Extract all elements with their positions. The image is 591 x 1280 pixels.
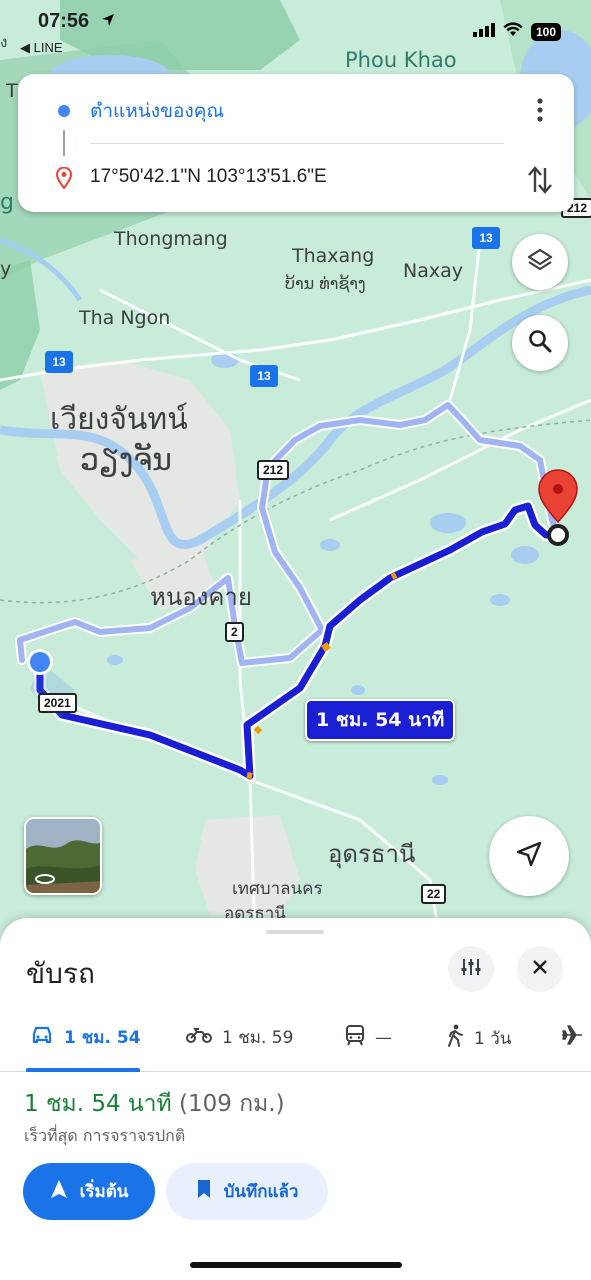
highway-shield: 13: [250, 365, 278, 387]
map-label-thesaban: เทศบาลนคร: [232, 879, 323, 899]
saved-button-label: บันทึกแล้ว: [223, 1182, 299, 1202]
tab-motorcycle[interactable]: 1 ชม. 59: [186, 1024, 293, 1051]
street-view-thumbnail[interactable]: [24, 817, 102, 895]
navigation-arrow-icon: [514, 839, 544, 873]
tab-walking-label: 1 วัน: [474, 1029, 512, 1049]
destination-field[interactable]: 17°50'42.1"N 103°13'51.6"E: [90, 166, 327, 188]
status-time: 07:56: [38, 10, 115, 33]
route-dots: [63, 130, 65, 156]
directions-sheet: ขับรถ 1 ชม. 54 1 ชม. 59 — 1 วัน 1 ชม. 54…: [0, 918, 591, 1280]
home-indicator[interactable]: [190, 1262, 402, 1268]
map-label-edge-t: T: [6, 80, 18, 102]
navigation-arrow-icon: [50, 1179, 68, 1204]
destination-pin-icon: [55, 166, 73, 193]
transit-icon: [345, 1024, 365, 1051]
route-subtext: เร็วที่สุด การจราจรปกติ: [24, 1126, 186, 1145]
tab-driving-label: 1 ชม. 54: [64, 1028, 141, 1048]
route-options-button[interactable]: [448, 946, 494, 992]
status-icons: 100: [472, 22, 561, 41]
route-shield: 2021: [38, 693, 77, 713]
divider: [90, 143, 504, 144]
tab-transit-label: —: [375, 1027, 392, 1048]
tab-motorcycle-label: 1 ชม. 59: [222, 1028, 294, 1048]
origin-dot-icon: [58, 105, 70, 117]
wifi-icon: [503, 22, 523, 41]
map-label-tha-ngon: Tha Ngon: [79, 307, 171, 329]
tab-flight[interactable]: [560, 1024, 584, 1051]
map-label-thongmang: Thongmang: [114, 228, 228, 250]
map-label-nong-khai: หนองคาย: [150, 583, 252, 611]
map-label-phou-khao: Phou Khao: [345, 48, 457, 72]
directions-card: ตำแหน่งของคุณ 17°50'42.1"N 103°13'51.6"E: [18, 74, 574, 212]
back-to-app-link[interactable]: ◀ LINE: [20, 40, 63, 56]
highway-shield: 13: [45, 351, 73, 373]
start-button-label: เริ่มต้น: [79, 1182, 129, 1202]
route-shield: 212: [257, 460, 290, 480]
saved-button[interactable]: บันทึกแล้ว: [166, 1163, 328, 1220]
start-button[interactable]: เริ่มต้น: [23, 1163, 155, 1220]
motorcycle-icon: [186, 1026, 212, 1049]
map-label-naxay: Naxay: [403, 260, 463, 282]
swap-vert-icon[interactable]: [526, 164, 554, 196]
eta-badge[interactable]: 1 ชม. 54 นาที: [305, 699, 456, 741]
route-shield: 2: [225, 622, 244, 642]
route-distance: (109 กม.): [179, 1091, 285, 1117]
layers-icon: [526, 246, 554, 278]
map-label-udon-thani: อุดรธานี: [328, 840, 416, 868]
travel-mode-tabs: 1 ชม. 54 1 ชม. 59 — 1 วัน: [0, 1014, 591, 1072]
walk-icon: [446, 1024, 464, 1053]
rotate-360-icon: [34, 870, 56, 889]
close-icon: [531, 958, 549, 980]
map-label-thaxang-lao: ບ້ານ ທ່າຊ້າງ: [285, 274, 366, 293]
highway-shield: 13: [472, 227, 500, 249]
bookmark-icon: [196, 1179, 212, 1204]
origin-field[interactable]: ตำแหน่งของคุณ: [90, 96, 224, 126]
battery-icon: 100: [530, 22, 561, 41]
map-label-edge-g: g: [0, 190, 14, 215]
more-vert-icon[interactable]: [528, 96, 552, 124]
active-tab-indicator: [26, 1068, 140, 1072]
search-icon: [527, 328, 553, 358]
tab-transit[interactable]: —: [345, 1024, 392, 1051]
search-button[interactable]: [512, 315, 568, 371]
car-icon: [30, 1025, 54, 1050]
tune-icon: [460, 956, 482, 982]
map-label-vientiane-th: เวียงจันทน์: [50, 402, 188, 437]
route-summary: 1 ชม. 54 นาที (109 กม.): [24, 1086, 285, 1122]
cellular-signal-icon: [472, 22, 495, 41]
status-time-text: 07:56: [38, 10, 90, 32]
map-label-thaxang: Thaxang: [292, 245, 375, 267]
sheet-title: ขับรถ: [26, 957, 95, 990]
my-location-button[interactable]: [489, 816, 569, 896]
layers-button[interactable]: [512, 234, 568, 290]
tab-driving[interactable]: 1 ชม. 54: [30, 1024, 141, 1051]
route-shield: 22: [421, 884, 447, 904]
flight-icon: [560, 1024, 584, 1051]
location-arrow-icon: [101, 10, 115, 33]
tab-walking[interactable]: 1 วัน: [446, 1024, 511, 1053]
close-button[interactable]: [517, 946, 563, 992]
route-duration: 1 ชม. 54 นาที: [24, 1091, 172, 1117]
map-label-edge-y: y: [0, 258, 12, 280]
status-bar: 07:56 ◀ LINE 100: [0, 0, 591, 55]
sheet-drag-handle[interactable]: [266, 930, 324, 934]
map-label-vientiane-lao: ວຽງຈັນ: [80, 443, 172, 478]
